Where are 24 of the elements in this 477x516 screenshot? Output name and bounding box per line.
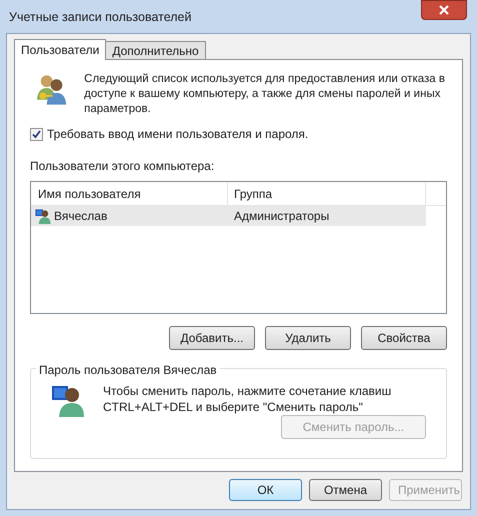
checkbox[interactable]: [30, 128, 43, 140]
table-cell-text: Администраторы: [233, 208, 330, 225]
require-login-checkbox[interactable]: Требовать ввод имени пользователя и пароля.: [30, 125, 447, 143]
tab[interactable]: Пользователи: [14, 39, 106, 60]
user-computer-icon: [35, 208, 51, 224]
user-computer-icon: [51, 383, 85, 417]
tab[interactable]: Дополнительно: [106, 41, 206, 59]
checkmark-icon: [32, 130, 41, 138]
close-button[interactable]: [421, 0, 467, 20]
users-label: Пользователи этого компьютера:: [30, 158, 216, 175]
column-header[interactable]: Имя пользователя: [31, 182, 228, 205]
password-hint: Чтобы сменить пароль, нажмите сочетание клавиш CTRL+ALT+DEL и выберите "Сменить пароль": [103, 383, 392, 416]
close-icon: [439, 5, 449, 15]
action-button[interactable]: Добавить...: [169, 326, 255, 350]
dialog-button[interactable]: ОК: [229, 479, 302, 501]
table-cell-text: Вячеслав: [54, 208, 108, 225]
checkbox-label: Требовать ввод имени пользователя и пароля.: [47, 126, 308, 143]
action-button[interactable]: Свойства: [361, 326, 447, 350]
window-title: Учетные записи пользователей: [9, 9, 192, 26]
user-row[interactable]: Вячеслав Администраторы: [31, 206, 426, 226]
action-button[interactable]: Удалить: [265, 326, 351, 350]
column-header[interactable]: Группа: [228, 182, 426, 205]
dialog-button[interactable]: Отмена: [309, 479, 382, 501]
description-text: Следующий список используется для предоставления или отказа в доступе к вашему компьютеру, а также для смены паролей и иных параметров.: [84, 72, 446, 117]
